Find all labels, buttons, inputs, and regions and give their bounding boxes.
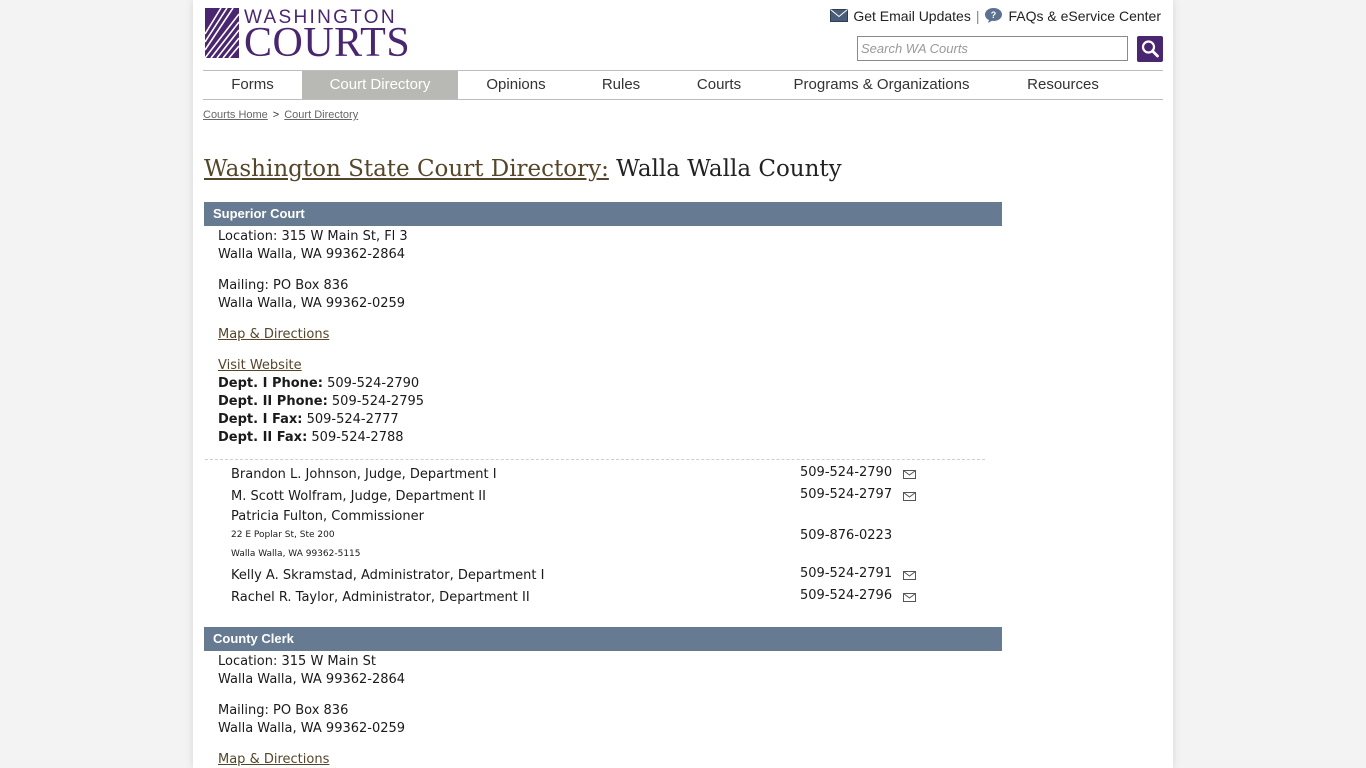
superior-location-line1: Location: 315 W Main St, Fl 3 [218,229,408,244]
nav-programs-organizations[interactable]: Programs & Organizations [770,71,993,99]
nav-court-directory[interactable]: Court Directory [302,71,458,99]
nav-resources[interactable]: Resources [993,71,1133,99]
email-updates-link[interactable]: Get Email Updates [853,8,971,24]
email-envelope-icon[interactable] [903,470,916,479]
superior-visit-website-link[interactable]: Visit Website [218,358,302,373]
search-input[interactable] [857,36,1128,61]
page-container: WASHINGTON COURTS Get Email Updates | ? … [193,0,1173,768]
breadcrumb-home-link[interactable]: Courts Home [203,109,268,121]
svg-text:?: ? [991,10,997,20]
staff-phone-skramstad: 509-524-2791 [800,566,893,581]
fax-dept-2: Dept. II Fax: 509-524-2788 [218,430,404,445]
phone-label: Dept. I Phone: [218,376,323,391]
breadcrumb-current-link[interactable]: Court Directory [284,109,358,121]
staff-name-johnson: Brandon L. Johnson, Judge, Department I [231,467,497,482]
help-icon[interactable]: ? [984,7,1003,24]
clerk-location-line1: Location: 315 W Main St [218,654,376,669]
search-button[interactable] [1137,36,1163,62]
staff-phone-taylor: 509-524-2796 [800,588,893,603]
staff-phone-fulton: 509-876-0223 [800,528,893,543]
clerk-location-line2: Walla Walla, WA 99362-2864 [218,672,406,687]
search-icon [1141,40,1159,58]
nav-courts[interactable]: Courts [668,71,770,99]
fax-value: 509-524-2777 [302,412,399,427]
clerk-map-directions-link[interactable]: Map & Directions [218,752,329,767]
email-envelope-icon[interactable] [903,571,916,580]
staff-phone-johnson: 509-524-2790 [800,465,893,480]
fax-dept-1: Dept. I Fax: 509-524-2777 [218,412,399,427]
staff-name-skramstad: Kelly A. Skramstad, Administrator, Depar… [231,568,545,583]
breadcrumb: Courts Home > Court Directory [203,109,358,121]
staff-address-fulton-line2: Walla Walla, WA 99362-5115 [231,549,361,559]
phone-value: 509-524-2795 [327,394,425,409]
superior-map-directions-link[interactable]: Map & Directions [218,327,329,342]
fax-label: Dept. I Fax: [218,412,303,427]
phone-dept-2: Dept. II Phone: 509-524-2795 [218,394,424,409]
clerk-mailing-line1: Mailing: PO Box 836 [218,703,349,718]
mail-icon[interactable] [830,9,849,22]
nav-forms[interactable]: Forms [203,71,302,99]
staff-name-taylor: Rachel R. Taylor, Administrator, Departm… [231,590,530,605]
directory-title-link[interactable]: Washington State Court Directory: [204,156,609,182]
faqs-link[interactable]: FAQs & eService Center [1008,8,1161,24]
superior-mailing-line1: Mailing: PO Box 836 [218,278,349,293]
fax-label: Dept. II Fax: [218,430,308,445]
fax-value: 509-524-2788 [307,430,404,445]
superior-location-line2: Walla Walla, WA 99362-2864 [218,247,406,262]
divider [205,459,985,460]
clerk-mailing-line2: Walla Walla, WA 99362-0259 [218,721,406,736]
staff-name-wolfram: M. Scott Wolfram, Judge, Department II [231,489,486,504]
phone-label: Dept. II Phone: [218,394,328,409]
phone-dept-1: Dept. I Phone: 509-524-2790 [218,376,419,391]
top-links: Get Email Updates | ? FAQs & eService Ce… [830,7,1161,24]
nav-opinions[interactable]: Opinions [458,71,574,99]
breadcrumb-separator: > [272,109,280,121]
phone-value: 509-524-2790 [322,376,420,391]
section-header-county-clerk: County Clerk [204,627,1002,651]
county-name: Walla Walla County [608,156,842,182]
section-header-superior-court: Superior Court [204,202,1002,226]
staff-address-fulton-line1: 22 E Poplar St, Ste 200 [231,530,335,540]
top-links-separator: | [975,7,980,24]
washington-courts-logo-icon[interactable] [205,8,239,58]
email-envelope-icon[interactable] [903,593,916,602]
staff-phone-wolfram: 509-524-2797 [800,487,893,502]
main-nav: Forms Court Directory Opinions Rules Cou… [203,70,1163,100]
page-title: Washington State Court Directory: Walla … [204,156,842,182]
nav-rules[interactable]: Rules [574,71,668,99]
staff-name-fulton: Patricia Fulton, Commissioner [231,509,424,524]
email-envelope-icon[interactable] [903,492,916,501]
superior-mailing-line2: Walla Walla, WA 99362-0259 [218,296,406,311]
logo-text-main[interactable]: COURTS [244,22,410,64]
